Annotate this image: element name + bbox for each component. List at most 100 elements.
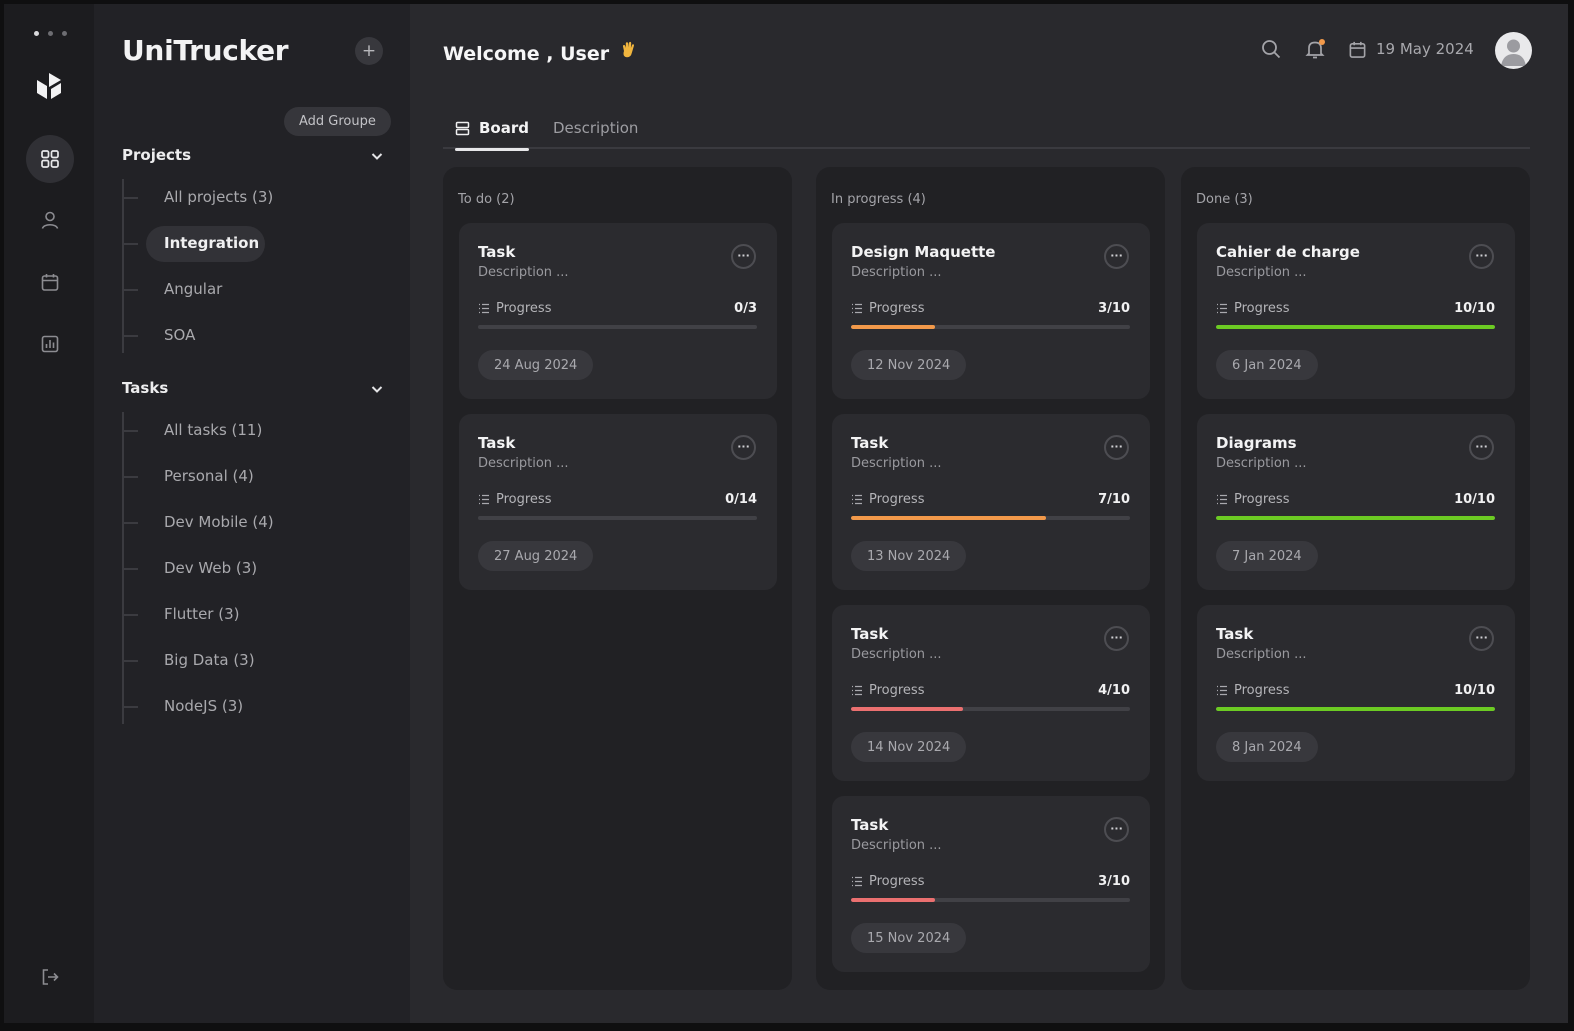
list-icon: [852, 685, 862, 696]
card-menu-button[interactable]: ···: [1469, 244, 1494, 269]
card-description: Description ...: [851, 456, 942, 471]
user-avatar-icon: [1501, 39, 1526, 66]
card-menu-button[interactable]: ···: [731, 244, 756, 269]
progress-bar-fill: [1216, 516, 1495, 520]
card-description: Description ...: [478, 456, 569, 471]
plus-icon: +: [361, 41, 377, 61]
column-title: To do (2): [458, 192, 515, 207]
projects-section-title[interactable]: Projects: [122, 146, 191, 164]
calendar-nav-button[interactable]: [26, 258, 74, 306]
waving-hand-icon: [622, 41, 634, 58]
sidebar-item-integration[interactable]: Integration: [122, 226, 382, 262]
users-nav-button[interactable]: [26, 196, 74, 244]
more-icon: ···: [1475, 630, 1488, 644]
progress-label: Progress: [869, 301, 925, 316]
progress-bar: [1216, 325, 1495, 329]
chevron-down-icon[interactable]: [370, 149, 384, 163]
more-icon: ···: [1110, 248, 1123, 262]
view-tabs: Board Description: [443, 107, 1530, 151]
card-title: Task: [851, 625, 889, 643]
due-date-badge: 8 Jan 2024: [1216, 732, 1318, 762]
card-menu-button[interactable]: ···: [731, 435, 756, 460]
progress-value: 3/10: [1098, 874, 1130, 889]
icon-rail: [4, 4, 94, 1023]
avatar[interactable]: [1495, 32, 1532, 69]
progress-row: Progress 0/3: [478, 301, 757, 316]
app-brand: UniTrucker: [122, 34, 289, 67]
chevron-down-icon[interactable]: [370, 382, 384, 396]
notifications-button[interactable]: [1304, 38, 1326, 60]
card-title: Cahier de charge: [1216, 243, 1360, 261]
column-title: In progress (4): [831, 192, 926, 207]
card-menu-button[interactable]: ···: [1104, 244, 1129, 269]
task-card[interactable]: Task Description ... ··· Progress 3/10 1…: [832, 796, 1150, 972]
board-icon: [455, 121, 470, 135]
task-card[interactable]: Task Description ... ··· Progress 7/10 1…: [832, 414, 1150, 590]
progress-bar-fill: [1216, 707, 1495, 711]
progress-value: 7/10: [1098, 492, 1130, 507]
sidebar-item-dev-web[interactable]: Dev Web (3): [122, 552, 382, 586]
progress-label: Progress: [496, 301, 552, 316]
header-actions: 19 May 2024: [1260, 38, 1474, 60]
task-card[interactable]: Design Maquette Description ... ··· Prog…: [832, 223, 1150, 399]
progress-row: Progress 10/10: [1216, 301, 1495, 316]
tasks-section-title[interactable]: Tasks: [122, 379, 168, 397]
progress-label: Progress: [869, 492, 925, 507]
task-card[interactable]: Cahier de charge Description ... ··· Pro…: [1197, 223, 1515, 399]
card-menu-button[interactable]: ···: [1469, 626, 1494, 651]
tab-board[interactable]: Board: [455, 107, 529, 151]
card-title: Task: [851, 434, 889, 452]
card-title: Task: [851, 816, 889, 834]
task-card[interactable]: Task Description ... ··· Progress 4/10 1…: [832, 605, 1150, 781]
sidebar-item-angular[interactable]: Angular: [122, 273, 382, 307]
progress-bar: [851, 707, 1130, 711]
window-dots: [34, 31, 67, 36]
tab-description[interactable]: Description: [553, 107, 638, 149]
card-title: Task: [1216, 625, 1254, 643]
card-title: Diagrams: [1216, 434, 1297, 452]
card-menu-button[interactable]: ···: [1104, 435, 1129, 460]
sidebar-item-dev-mobile[interactable]: Dev Mobile (4): [122, 506, 382, 540]
card-menu-button[interactable]: ···: [1104, 817, 1129, 842]
search-button[interactable]: [1260, 38, 1282, 60]
date-display: 19 May 2024: [1348, 40, 1474, 59]
progress-label: Progress: [869, 874, 925, 889]
app-logo-icon[interactable]: [36, 72, 62, 100]
dashboard-nav-button[interactable]: [26, 135, 74, 183]
progress-label: Progress: [496, 492, 552, 507]
add-button[interactable]: +: [355, 37, 383, 65]
sidebar-item-all-tasks[interactable]: All tasks (11): [122, 414, 382, 448]
calendar-icon: [1349, 41, 1366, 58]
task-card[interactable]: Diagrams Description ... ··· Progress 10…: [1197, 414, 1515, 590]
sidebar-item-nodejs[interactable]: NodeJS (3): [122, 690, 382, 724]
progress-bar: [851, 898, 1130, 902]
stats-nav-button[interactable]: [26, 320, 74, 368]
sidebar-item-all-projects[interactable]: All projects (3): [122, 181, 382, 215]
progress-row: Progress 10/10: [1216, 492, 1495, 507]
progress-bar: [851, 516, 1130, 520]
sidebar-item-personal[interactable]: Personal (4): [122, 460, 382, 494]
list-icon: [1217, 685, 1227, 696]
sidebar-item-flutter[interactable]: Flutter (3): [122, 598, 382, 632]
add-group-button[interactable]: Add Groupe: [284, 107, 391, 136]
due-date-badge: 7 Jan 2024: [1216, 541, 1318, 571]
calendar-icon: [41, 274, 59, 291]
task-card[interactable]: Task Description ... ··· Progress 10/10 …: [1197, 605, 1515, 781]
task-card[interactable]: Task Description ... ··· Progress 0/14 2…: [459, 414, 777, 590]
progress-row: Progress 7/10: [851, 492, 1130, 507]
card-menu-button[interactable]: ···: [1104, 626, 1129, 651]
logout-icon: [42, 969, 59, 985]
app-window: UniTrucker + Add Groupe Projects All pro…: [4, 4, 1568, 1023]
card-description: Description ...: [1216, 456, 1307, 471]
task-card[interactable]: Task Description ... ··· Progress 0/3 24…: [459, 223, 777, 399]
progress-bar: [1216, 516, 1495, 520]
grid-icon: [41, 150, 59, 168]
sidebar-item-soa[interactable]: SOA: [122, 319, 382, 353]
chart-icon: [41, 335, 59, 353]
progress-value: 10/10: [1454, 683, 1495, 698]
progress-bar-fill: [1216, 325, 1495, 329]
card-description: Description ...: [851, 647, 942, 662]
card-menu-button[interactable]: ···: [1469, 435, 1494, 460]
logout-button[interactable]: [26, 953, 74, 1001]
sidebar-item-big-data[interactable]: Big Data (3): [122, 644, 382, 678]
